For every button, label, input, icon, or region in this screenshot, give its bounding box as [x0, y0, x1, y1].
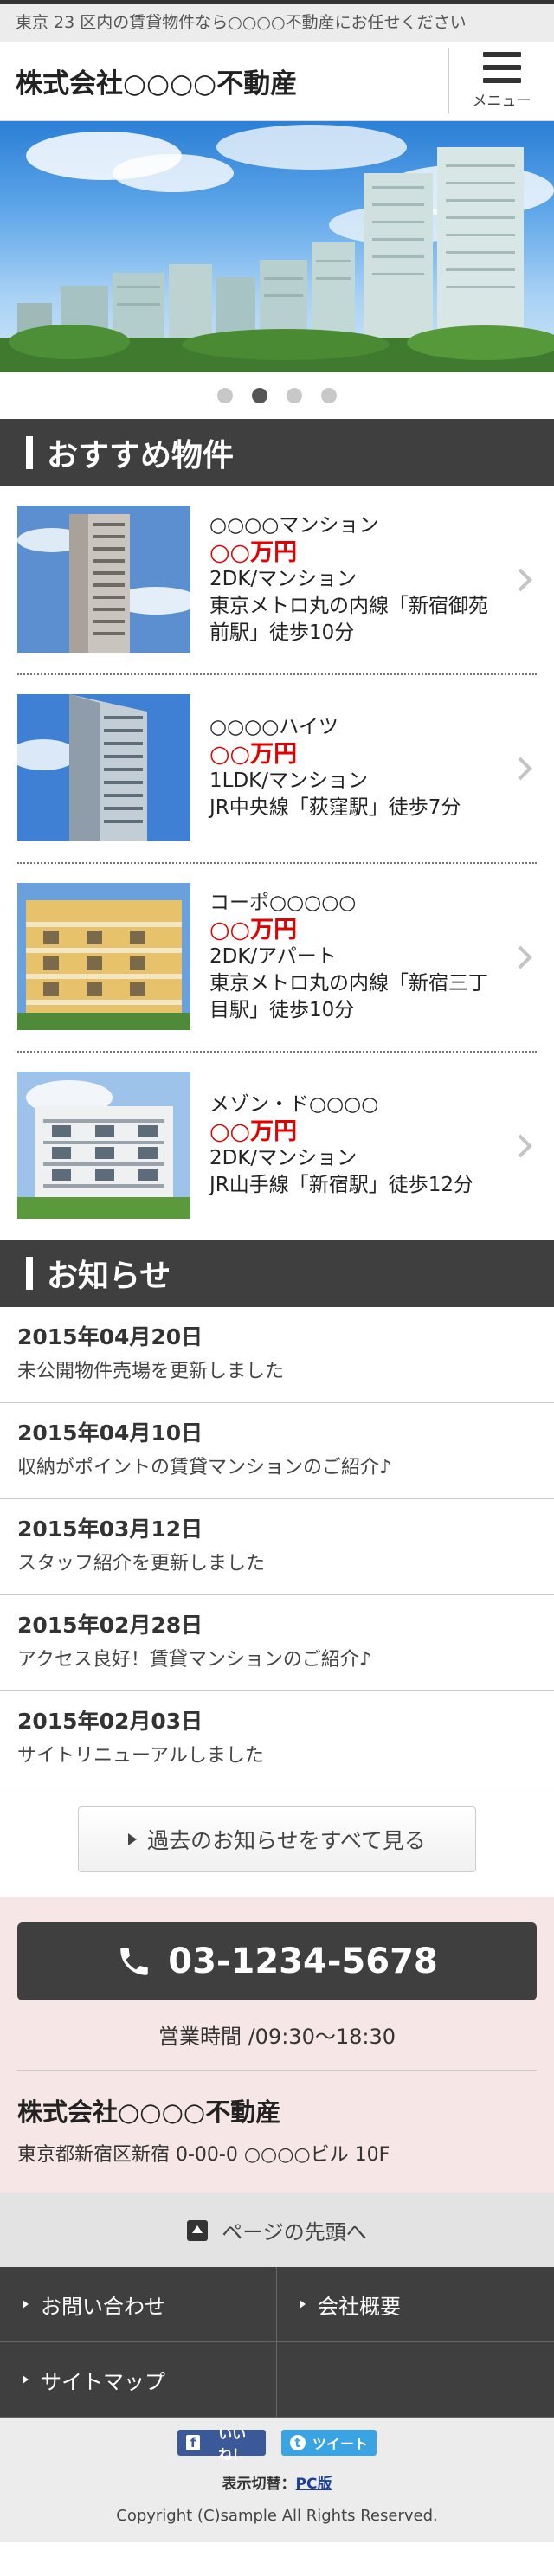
- property-list: ○○○○マンション ○○万円 2DK/マンション 東京メトロ丸の内線「新宿御苑前…: [0, 486, 554, 1240]
- footer-nav-empty: [277, 2342, 554, 2418]
- facebook-like-button[interactable]: f いいね！: [177, 2425, 266, 2463]
- chevron-right-icon: [518, 1134, 532, 1158]
- news-item[interactable]: 2015年04月20日 未公開物件売場を更新しました: [0, 1307, 554, 1403]
- news-item[interactable]: 2015年03月12日 スタッフ紹介を更新しました: [0, 1499, 554, 1595]
- news-item[interactable]: 2015年02月28日 アクセス良好！賃貸マンションのご紹介♪: [0, 1595, 554, 1691]
- contact-section: 03-1234-5678 営業時間 /09:30〜18:30 株式会社○○○○不…: [0, 1897, 554, 2193]
- facebook-icon: f: [186, 2435, 201, 2450]
- chevron-right-icon: [518, 945, 532, 969]
- property-access: JR中央線「荻窪駅」徒歩7分: [209, 796, 461, 819]
- property-photo: [17, 883, 190, 1030]
- news-date: 2015年04月10日: [17, 1420, 203, 1446]
- apartment-buildings-photo: [0, 125, 554, 372]
- display-switch-label: 表示切替：: [222, 2476, 296, 2493]
- news-date: 2015年02月28日: [17, 1613, 203, 1638]
- slider-dot[interactable]: [321, 388, 337, 403]
- tweet-button[interactable]: t ツイート: [281, 2430, 377, 2456]
- company-info: 株式会社○○○○不動産 東京都新宿区新宿 0-00-0 ○○○○ビル 10F: [17, 2071, 537, 2193]
- like-label: いいね！: [218, 2425, 247, 2463]
- company-name: 株式会社○○○○不動産: [17, 2097, 281, 2127]
- hero-slider-image[interactable]: [0, 121, 554, 372]
- twitter-icon: t: [290, 2435, 306, 2450]
- property-price: ○○万円: [209, 916, 298, 943]
- phone-call-button[interactable]: 03-1234-5678: [17, 1922, 537, 2000]
- footer-nav-label: サイトマップ: [41, 2369, 165, 2394]
- property-type: 2DK/アパート: [209, 944, 337, 968]
- copyright: Copyright (C)sample All Rights Reserved.: [116, 2507, 438, 2525]
- business-hours: 営業時間 /09:30〜18:30: [17, 2000, 537, 2071]
- news-more-label: 過去のお知らせをすべて見る: [147, 1828, 426, 1853]
- footer-nav-contact[interactable]: お問い合わせ: [0, 2267, 277, 2342]
- property-name: コーポ○○○○○: [209, 891, 357, 914]
- property-price: ○○万円: [209, 538, 298, 566]
- news-title: 収納がポイントの賃貸マンションのご紹介♪: [17, 1457, 392, 1478]
- slider-dot[interactable]: [287, 388, 302, 403]
- triangle-right-icon: [128, 1833, 138, 1845]
- slider-dot[interactable]: [217, 388, 233, 403]
- tweet-label: ツイート: [312, 2436, 369, 2452]
- phone-icon: [120, 1948, 148, 1975]
- news-date: 2015年03月12日: [17, 1517, 203, 1542]
- footer-nav-about[interactable]: 会社概要: [277, 2267, 554, 2342]
- property-item[interactable]: コーポ○○○○○ ○○万円 2DK/アパート 東京メトロ丸の内線「新宿三丁目駅」…: [17, 864, 537, 1053]
- news-date: 2015年04月20日: [17, 1324, 203, 1349]
- news-title: アクセス良好！賃貸マンションのご紹介♪: [17, 1649, 371, 1671]
- news-item[interactable]: 2015年04月10日 収納がポイントの賃貸マンションのご紹介♪: [0, 1403, 554, 1499]
- news-title: サイトリニューアルしました: [17, 1745, 264, 1767]
- property-item[interactable]: メゾン・ド○○○○ ○○万円 2DK/マンション JR山手線「新宿駅」徒歩12分: [17, 1053, 537, 1240]
- property-type: 2DK/マンション: [209, 1147, 358, 1169]
- property-price: ○○万円: [209, 741, 298, 768]
- site-title[interactable]: 株式会社○○○○不動産: [0, 42, 448, 120]
- footer-nav-label: 会社概要: [318, 2294, 401, 2319]
- property-type: 2DK/マンション: [209, 567, 358, 590]
- news-more-button[interactable]: 過去のお知らせをすべて見る: [78, 1806, 476, 1872]
- arrow-up-icon: [187, 2219, 209, 2241]
- footer-nav-label: お問い合わせ: [41, 2294, 165, 2319]
- page-top-button[interactable]: ページの先頭へ: [0, 2193, 554, 2267]
- property-name: ○○○○マンション: [209, 513, 379, 537]
- pc-version-link[interactable]: PC版: [296, 2476, 332, 2493]
- news-date: 2015年02月03日: [17, 1709, 203, 1734]
- hamburger-icon: [482, 52, 521, 83]
- news-title: スタッフ紹介を更新しました: [17, 1553, 266, 1575]
- property-name: ○○○○ハイツ: [209, 716, 338, 738]
- menu-label: メニュー: [472, 93, 531, 110]
- slider-dot-active[interactable]: [252, 388, 267, 403]
- slider-dots: [0, 372, 554, 419]
- property-price: ○○万円: [209, 1118, 298, 1145]
- page-top-label: ページの先頭へ: [222, 2220, 367, 2244]
- company-address: 東京都新宿区新宿 0-00-0 ○○○○ビル 10F: [17, 2144, 390, 2166]
- triangle-right-icon: [23, 2300, 29, 2309]
- property-access: JR山手線「新宿駅」徒歩12分: [209, 1174, 474, 1196]
- property-name: メゾン・ド○○○○: [209, 1093, 379, 1116]
- property-item[interactable]: ○○○○ハイツ ○○万円 1LDK/マンション JR中央線「荻窪駅」徒歩7分: [17, 675, 537, 864]
- news-title: 未公開物件売場を更新しました: [17, 1361, 285, 1382]
- chevron-right-icon: [518, 568, 532, 592]
- menu-button[interactable]: メニュー: [448, 48, 554, 113]
- property-item[interactable]: ○○○○マンション ○○万円 2DK/マンション 東京メトロ丸の内線「新宿御苑前…: [17, 486, 537, 675]
- triangle-right-icon: [23, 2375, 29, 2384]
- property-photo: [17, 694, 190, 841]
- property-photo: [17, 1072, 190, 1219]
- top-tagline: 東京 23 区内の賃貸物件なら○○○○不動産にお任せください: [0, 0, 554, 42]
- property-type: 1LDK/マンション: [209, 770, 368, 792]
- phone-number: 03-1234-5678: [168, 1942, 438, 1981]
- triangle-right-icon: [300, 2300, 306, 2309]
- footer-nav: お問い合わせ 会社概要 サイトマップ: [0, 2267, 554, 2418]
- news-item[interactable]: 2015年02月03日 サイトリニューアルしました: [0, 1691, 554, 1787]
- footer-nav-sitemap[interactable]: サイトマップ: [0, 2342, 277, 2418]
- news-more-wrap: 過去のお知らせをすべて見る: [0, 1787, 554, 1897]
- property-access: 東京メトロ丸の内線「新宿御苑前駅」徒歩10分: [209, 594, 488, 644]
- site-header: 株式会社○○○○不動産 メニュー: [0, 42, 554, 121]
- property-access: 東京メトロ丸の内線「新宿三丁目駅」徒歩10分: [209, 971, 488, 1021]
- chevron-right-icon: [518, 757, 532, 781]
- page-footer: f いいね！ t ツイート 表示切替：PC版 Copyright (C)samp…: [0, 2418, 554, 2542]
- social-buttons: f いいね！ t ツイート: [0, 2425, 554, 2463]
- news-list: 2015年04月20日 未公開物件売場を更新しました 2015年04月10日 収…: [0, 1307, 554, 1787]
- display-switch: 表示切替：PC版: [0, 2471, 554, 2493]
- news-heading: お知らせ: [0, 1240, 554, 1307]
- recommend-heading: おすすめ物件: [0, 419, 554, 486]
- property-photo: [17, 506, 190, 653]
